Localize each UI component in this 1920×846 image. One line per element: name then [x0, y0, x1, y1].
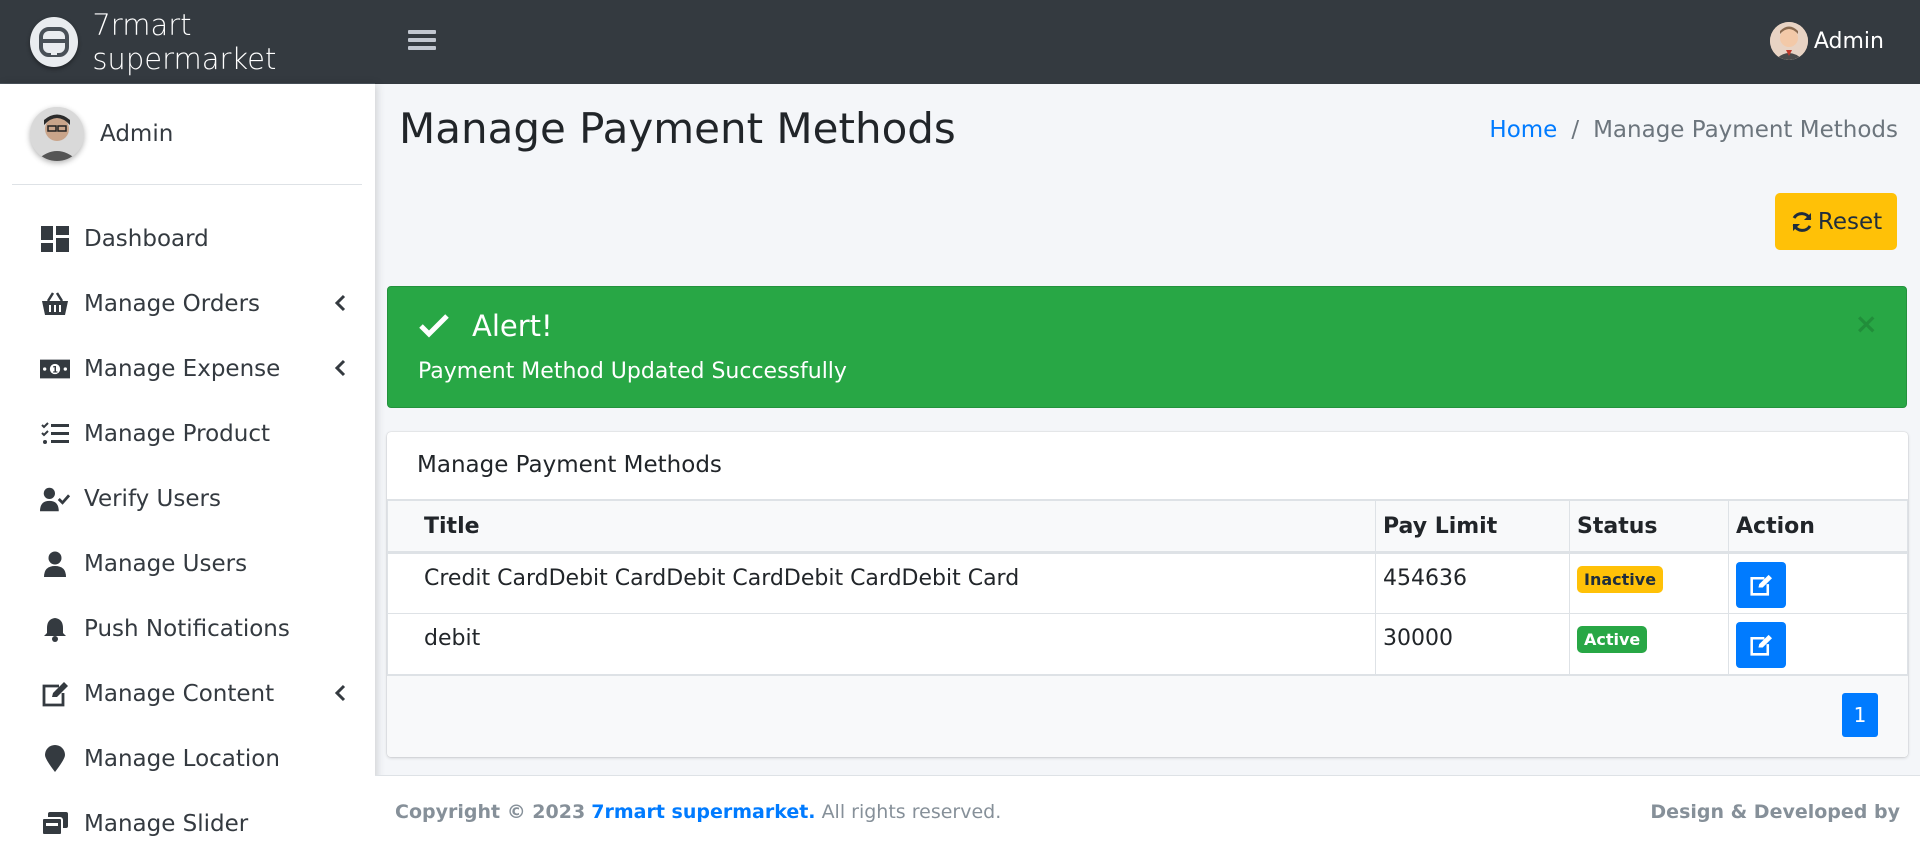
page-title: Manage Payment Methods — [399, 104, 956, 153]
sidebar-item-verify-users[interactable]: Verify Users — [0, 466, 375, 531]
edit-button[interactable] — [1736, 562, 1786, 608]
pagination-page-button[interactable]: 1 — [1842, 693, 1878, 737]
navbar-user-menu[interactable]: Admin — [1769, 22, 1884, 60]
footer-rights-text: All rights reserved. — [821, 801, 1002, 823]
alert-message: Payment Method Updated Successfully — [418, 359, 847, 384]
payment-methods-card: Manage Payment Methods Title Pay Limit S… — [387, 432, 1908, 757]
edit-icon — [1750, 574, 1772, 596]
alert-title-text: Alert! — [472, 309, 553, 343]
sidebar-item-manage-content[interactable]: Manage Content — [0, 661, 375, 726]
card-header: Manage Payment Methods — [387, 432, 1908, 500]
footer-credit: Design & Developed by — [1650, 801, 1900, 823]
breadcrumb-separator: / — [1571, 117, 1580, 143]
card-title: Manage Payment Methods — [417, 452, 722, 478]
cell-title: Credit CardDebit CardDebit CardDebit Car… — [387, 552, 1376, 614]
sidebar-item-label: Manage Location — [84, 745, 280, 772]
sidebar-item-push-notifications[interactable]: Push Notifications — [0, 596, 375, 661]
card-footer: 1 — [387, 675, 1908, 757]
bell-icon — [40, 614, 70, 644]
status-badge: Active — [1577, 626, 1648, 653]
column-header-status: Status — [1569, 500, 1729, 554]
edit-button[interactable] — [1736, 622, 1786, 668]
column-header-title: Title — [387, 500, 1376, 554]
column-header-pay-limit: Pay Limit — [1375, 500, 1570, 554]
cell-pay-limit: 30000 — [1375, 613, 1570, 675]
alert-close-button[interactable]: × — [1855, 307, 1878, 340]
chevron-left-icon — [334, 294, 346, 312]
sidebar-item-label: Verify Users — [84, 485, 221, 512]
brand-logo-icon — [30, 16, 79, 67]
check-icon — [419, 314, 449, 338]
money-bill-icon: 1 — [40, 354, 70, 384]
sidebar-user-panel[interactable]: Admin — [12, 84, 362, 185]
cell-pay-limit: 454636 — [1375, 552, 1570, 614]
sidebar-item-label: Manage Users — [84, 550, 248, 577]
dashboard-icon — [40, 224, 70, 254]
user-icon — [40, 549, 70, 579]
sidebar-item-label: Manage Product — [84, 420, 270, 447]
sidebar-item-label: Manage Slider — [84, 810, 249, 837]
sidebar-item-label: Manage Content — [84, 680, 275, 707]
footer-copyright: Copyright © 2023 7rmart supermarket. All… — [395, 801, 1001, 823]
menu-toggle-icon[interactable] — [408, 26, 436, 54]
page-footer: Copyright © 2023 7rmart supermarket. All… — [375, 775, 1920, 846]
sidebar-item-label: Push Notifications — [84, 615, 290, 642]
reset-label: Reset — [1817, 208, 1883, 235]
reset-button[interactable]: Reset — [1775, 193, 1897, 250]
chevron-left-icon — [334, 684, 346, 702]
alert-title: Alert! — [418, 309, 553, 343]
sidebar: Admin Dashboard Manage Orders 1 Manage E… — [0, 84, 375, 846]
cell-title: debit — [387, 613, 1376, 675]
brand-link[interactable]: 7rmart supermarket — [0, 0, 375, 84]
payment-methods-table: Title Pay Limit Status Action Credit Car… — [387, 500, 1908, 675]
table-row: debit 30000 Active — [387, 613, 1908, 675]
navbar-avatar — [1769, 22, 1808, 60]
sidebar-item-label: Dashboard — [84, 225, 209, 252]
table-row: Credit CardDebit CardDebit CardDebit Car… — [387, 552, 1908, 614]
breadcrumb: Home / Manage Payment Methods — [1489, 117, 1898, 143]
sidebar-item-manage-location[interactable]: Manage Location — [0, 726, 375, 791]
cell-status: Active — [1569, 613, 1729, 675]
sidebar-item-manage-users[interactable]: Manage Users — [0, 531, 375, 596]
sidebar-item-manage-expense[interactable]: 1 Manage Expense — [0, 336, 375, 401]
footer-brand-link[interactable]: 7rmart supermarket. — [591, 801, 815, 823]
sidebar-item-label: Manage Orders — [84, 290, 261, 317]
tasks-icon — [40, 419, 70, 449]
sidebar-item-manage-orders[interactable]: Manage Orders — [0, 271, 375, 336]
map-marker-icon — [40, 744, 70, 774]
chevron-left-icon — [334, 359, 346, 377]
sidebar-avatar — [30, 107, 84, 161]
success-alert: Alert! Payment Method Updated Successful… — [387, 286, 1907, 408]
svg-text:1: 1 — [52, 364, 58, 374]
sidebar-item-manage-slider[interactable]: Manage Slider — [0, 791, 375, 846]
cell-action — [1728, 613, 1908, 675]
sidebar-item-label: Manage Expense — [84, 355, 281, 382]
top-navbar: 7rmart supermarket Admin — [0, 0, 1920, 84]
cell-action — [1728, 552, 1908, 614]
status-badge: Inactive — [1577, 566, 1664, 593]
basket-icon — [40, 289, 70, 319]
footer-copyright-text: Copyright © 2023 — [395, 801, 586, 823]
breadcrumb-current: Manage Payment Methods — [1593, 117, 1898, 143]
cell-status: Inactive — [1569, 552, 1729, 614]
edit-icon — [1750, 634, 1772, 656]
sidebar-item-manage-product[interactable]: Manage Product — [0, 401, 375, 466]
sidebar-item-dashboard[interactable]: Dashboard — [0, 206, 375, 271]
sidebar-menu: Dashboard Manage Orders 1 Manage Expense… — [0, 206, 375, 846]
breadcrumb-home-link[interactable]: Home — [1489, 117, 1557, 143]
sync-icon — [1792, 211, 1812, 232]
column-header-action: Action — [1728, 500, 1908, 554]
sidebar-user-name: Admin — [100, 121, 174, 147]
edit-icon — [40, 679, 70, 709]
brand-name: 7rmart supermarket — [92, 7, 277, 76]
images-icon — [40, 809, 70, 839]
user-check-icon — [40, 484, 70, 514]
navbar-user-name: Admin — [1813, 28, 1884, 54]
